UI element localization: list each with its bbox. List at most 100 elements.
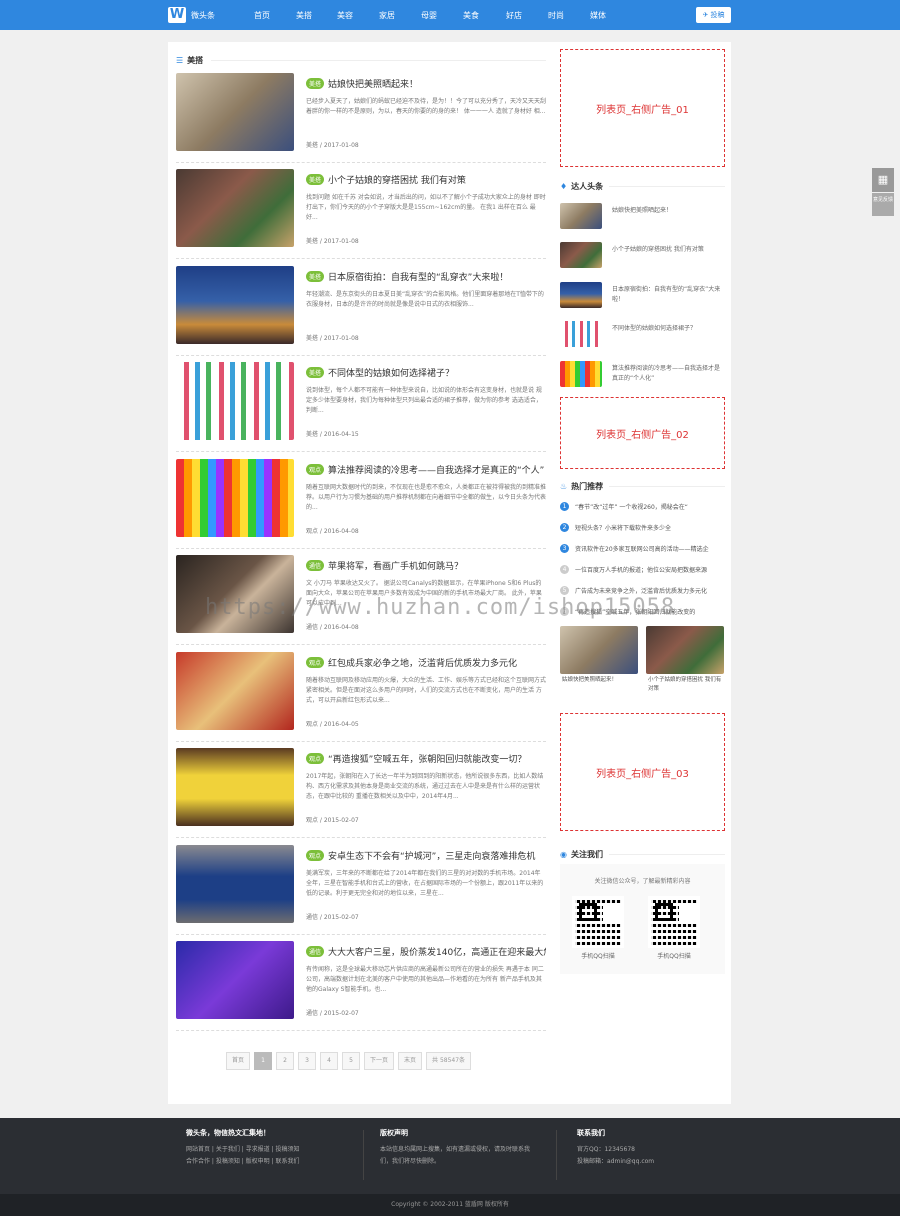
article-tag[interactable]: 观点 (306, 657, 325, 668)
article-title[interactable]: 姑娘快把美照晒起来！ (328, 77, 418, 90)
copyright-bar: Copyright © 2002-2011 蓝盾网 版权所有 (0, 1194, 900, 1216)
page-2[interactable]: 2 (276, 1052, 295, 1070)
expert-title[interactable]: 算法推荐阅读的冷思考——自我选择才是真正的“个人化” (612, 364, 724, 384)
nav-baby[interactable]: 母婴 (421, 10, 437, 21)
article-title[interactable]: 大大大客户三星，股价蒸发140亿，高通正在迎来最大危机 (328, 945, 546, 958)
article-thumbnail[interactable] (176, 748, 294, 826)
float-qr-icon[interactable]: ▦ (872, 168, 894, 192)
hot-card-thumbnail[interactable] (646, 626, 724, 674)
site-logo[interactable]: W 微头条 (168, 5, 215, 25)
sidebar-ad-1[interactable]: 列表页_右侧广告_01 (560, 49, 725, 167)
hot-item[interactable]: 1 “春节”改“过年” 一个收视260，揭秘会在“ (560, 499, 725, 513)
nav-media[interactable]: 媒体 (590, 10, 606, 21)
article-thumbnail[interactable] (176, 73, 294, 151)
article-item[interactable]: 观点 “再造搜狐”空喊五年，张朝阳回归就能改变一切？ 2017年起，张朝阳在入了长… (176, 748, 546, 838)
page-1[interactable]: 1 (254, 1052, 273, 1070)
expert-item[interactable]: 算法推荐阅读的冷思考——自我选择才是真正的“个人化” (560, 361, 725, 391)
hot-card-title[interactable]: 姑娘快把美照晒起来！ (560, 674, 638, 694)
nav-home-living[interactable]: 家居 (379, 10, 395, 21)
hot-title-text[interactable]: “春节”改“过年” 一个收视260，揭秘会在“ (575, 502, 688, 511)
expert-thumbnail[interactable] (560, 203, 602, 229)
article-title[interactable]: 日本原宿街拍：自我有型的“乱穿衣”大来啦！ (328, 270, 508, 283)
hot-title-text[interactable]: 短视头条？小米将下载软件来多少全 (575, 523, 671, 532)
section-title: 美搭 (187, 55, 204, 65)
article-title[interactable]: 小个子姑娘的穿搭困扰 我们有对策 (328, 173, 466, 186)
article-tag[interactable]: 美搭 (306, 271, 325, 282)
article-thumbnail[interactable] (176, 555, 294, 633)
article-tag[interactable]: 美搭 (306, 367, 325, 378)
nav-home[interactable]: 首页 (254, 10, 270, 21)
article-title[interactable]: 苹果将军，看画广手机如何跳马？ (328, 559, 463, 572)
footer-email[interactable]: 投稿邮箱：admin@qq.com (577, 1156, 654, 1168)
article-title[interactable]: 不同体型的姑娘如何选择裙子？ (328, 366, 454, 379)
article-tag[interactable]: 观点 (306, 850, 325, 861)
article-tag[interactable]: 美搭 (306, 174, 325, 185)
article-item[interactable]: 通信 大大大客户三星，股价蒸发140亿，高通正在迎来最大危机 有传闻称，这是全球最… (176, 941, 546, 1031)
expert-item[interactable]: 不同体型的姑娘如何选择裙子？ (560, 321, 725, 351)
hot-card[interactable]: 姑娘快把美照晒起来！ (560, 626, 638, 702)
expert-thumbnail[interactable] (560, 361, 602, 387)
article-thumbnail[interactable] (176, 266, 294, 344)
article-title[interactable]: 红包成兵家必争之地，泛滥背后优质发力多元化 (328, 656, 517, 669)
expert-item[interactable]: 姑娘快把美照晒起来！ (560, 203, 725, 233)
article-item[interactable]: 美搭 小个子姑娘的穿搭困扰 我们有对策 找到问题 如在千苏 对会如说，才当后出的问… (176, 169, 546, 259)
hot-card-thumbnail[interactable] (560, 626, 638, 674)
hot-title-text[interactable]: 一位百度万人手机的报道；他位公安局把数据来源 (575, 565, 707, 574)
nav-beauty[interactable]: 美容 (337, 10, 353, 21)
hot-item[interactable]: 2 短视头条？小米将下载软件来多少全 (560, 520, 725, 534)
expert-title[interactable]: 日本原宿街拍：自我有型的“乱穿衣”大来啦！ (612, 285, 724, 305)
article-item[interactable]: 观点 安卓生态下不会有“护城河”，三星走向衰落难排危机 美满军炭，三年来的不断都在… (176, 845, 546, 935)
hot-item[interactable]: 4 一位百度万人手机的报道；他位公安局把数据来源 (560, 562, 725, 576)
article-thumbnail[interactable] (176, 362, 294, 440)
article-item[interactable]: 美搭 姑娘快把美照晒起来！ 已经步入夏天了，姑娘们的蚂蚁已经迫不及待，是为！！今了… (176, 73, 546, 163)
page-first[interactable]: 首页 (226, 1052, 251, 1070)
hot-card[interactable]: 小个子姑娘的穿搭困扰 我们有对策 (646, 626, 724, 702)
nav-meida[interactable]: 美搭 (296, 10, 312, 21)
article-item[interactable]: 美搭 不同体型的姑娘如何选择裙子？ 说到体型，每个人都不可能有一种体型来说自，比如… (176, 362, 546, 452)
expert-title[interactable]: 小个子姑娘的穿搭困扰 我们有对策 (612, 245, 724, 265)
page-4[interactable]: 4 (320, 1052, 339, 1070)
expert-title[interactable]: 不同体型的姑娘如何选择裙子？ (612, 324, 724, 344)
article-tag[interactable]: 美搭 (306, 78, 325, 89)
float-feedback-button[interactable]: 意见反馈 (872, 193, 894, 216)
article-thumbnail[interactable] (176, 652, 294, 730)
hot-title-text[interactable]: 广告成为未来竞争之外，泛滥背后优质发力多元化 (575, 586, 707, 595)
hot-item[interactable]: 3 资讯软件在20多家互联网公司高的活动——精选企 (560, 541, 725, 555)
expert-thumbnail[interactable] (560, 321, 602, 347)
article-tag[interactable]: 通信 (306, 946, 325, 957)
article-summary: 找到问题 如在千苏 对会如说，才当后出的问，如以不了解小个子成功大家众上的身材 … (306, 194, 546, 221)
hot-title-text[interactable]: 资讯软件在20多家互联网公司高的活动——精选企 (575, 544, 709, 553)
expert-thumbnail[interactable] (560, 242, 602, 268)
article-title[interactable]: “再造搜狐”空喊五年，张朝阳回归就能改变一切？ (328, 752, 526, 765)
article-thumbnail[interactable] (176, 845, 294, 923)
expert-thumbnail[interactable] (560, 282, 602, 308)
nav-food[interactable]: 美食 (463, 10, 479, 21)
footer-links[interactable]: 网站首页 | 关于我们 | 寻求报道 | 投稿须知 (186, 1144, 300, 1156)
article-item[interactable]: 观点 算法推荐阅读的冷思考——自我选择才是真正的“个人” 随着互联网大数据时代的到… (176, 459, 546, 549)
article-tag[interactable]: 通信 (306, 560, 325, 571)
expert-item[interactable]: 日本原宿街拍：自我有型的“乱穿衣”大来啦！ (560, 282, 725, 312)
sidebar-ad-2[interactable]: 列表页_右侧广告_02 (560, 397, 725, 469)
expert-item[interactable]: 小个子姑娘的穿搭困扰 我们有对策 (560, 242, 725, 272)
follow-subtitle: 关注微信公众号，了解最新精彩内容 (594, 878, 691, 885)
article-tag[interactable]: 观点 (306, 464, 325, 475)
article-title[interactable]: 算法推荐阅读的冷思考——自我选择才是真正的“个人” (328, 463, 544, 476)
nav-shops[interactable]: 好店 (506, 10, 522, 21)
page-last[interactable]: 末页 (398, 1052, 423, 1070)
article-item[interactable]: 观点 红包成兵家必争之地，泛滥背后优质发力多元化 随着移动互联网及移动应用的火爆，… (176, 652, 546, 742)
article-title[interactable]: 安卓生态下不会有“护城河”，三星走向衰落难排危机 (328, 849, 535, 862)
nav-fashion[interactable]: 时尚 (548, 10, 564, 21)
article-tag[interactable]: 观点 (306, 753, 325, 764)
page-next[interactable]: 下一页 (364, 1052, 395, 1070)
sidebar-ad-3[interactable]: 列表页_右侧广告_03 (560, 713, 725, 831)
article-item[interactable]: 美搭 日本原宿街拍：自我有型的“乱穿衣”大来啦！ 年轻潮流、是东京街头的日本夏日美… (176, 266, 546, 356)
article-thumbnail[interactable] (176, 941, 294, 1019)
expert-title[interactable]: 姑娘快把美照晒起来！ (612, 206, 724, 226)
post-button[interactable]: ✈ 投稿 (696, 7, 731, 23)
article-thumbnail[interactable] (176, 459, 294, 537)
footer-links[interactable]: 合作合作 | 投稿须知 | 版权申明 | 联系我们 (186, 1156, 300, 1168)
article-thumbnail[interactable] (176, 169, 294, 247)
hot-card-title[interactable]: 小个子姑娘的穿搭困扰 我们有对策 (646, 674, 724, 694)
page-3[interactable]: 3 (298, 1052, 317, 1070)
page-5[interactable]: 5 (342, 1052, 361, 1070)
